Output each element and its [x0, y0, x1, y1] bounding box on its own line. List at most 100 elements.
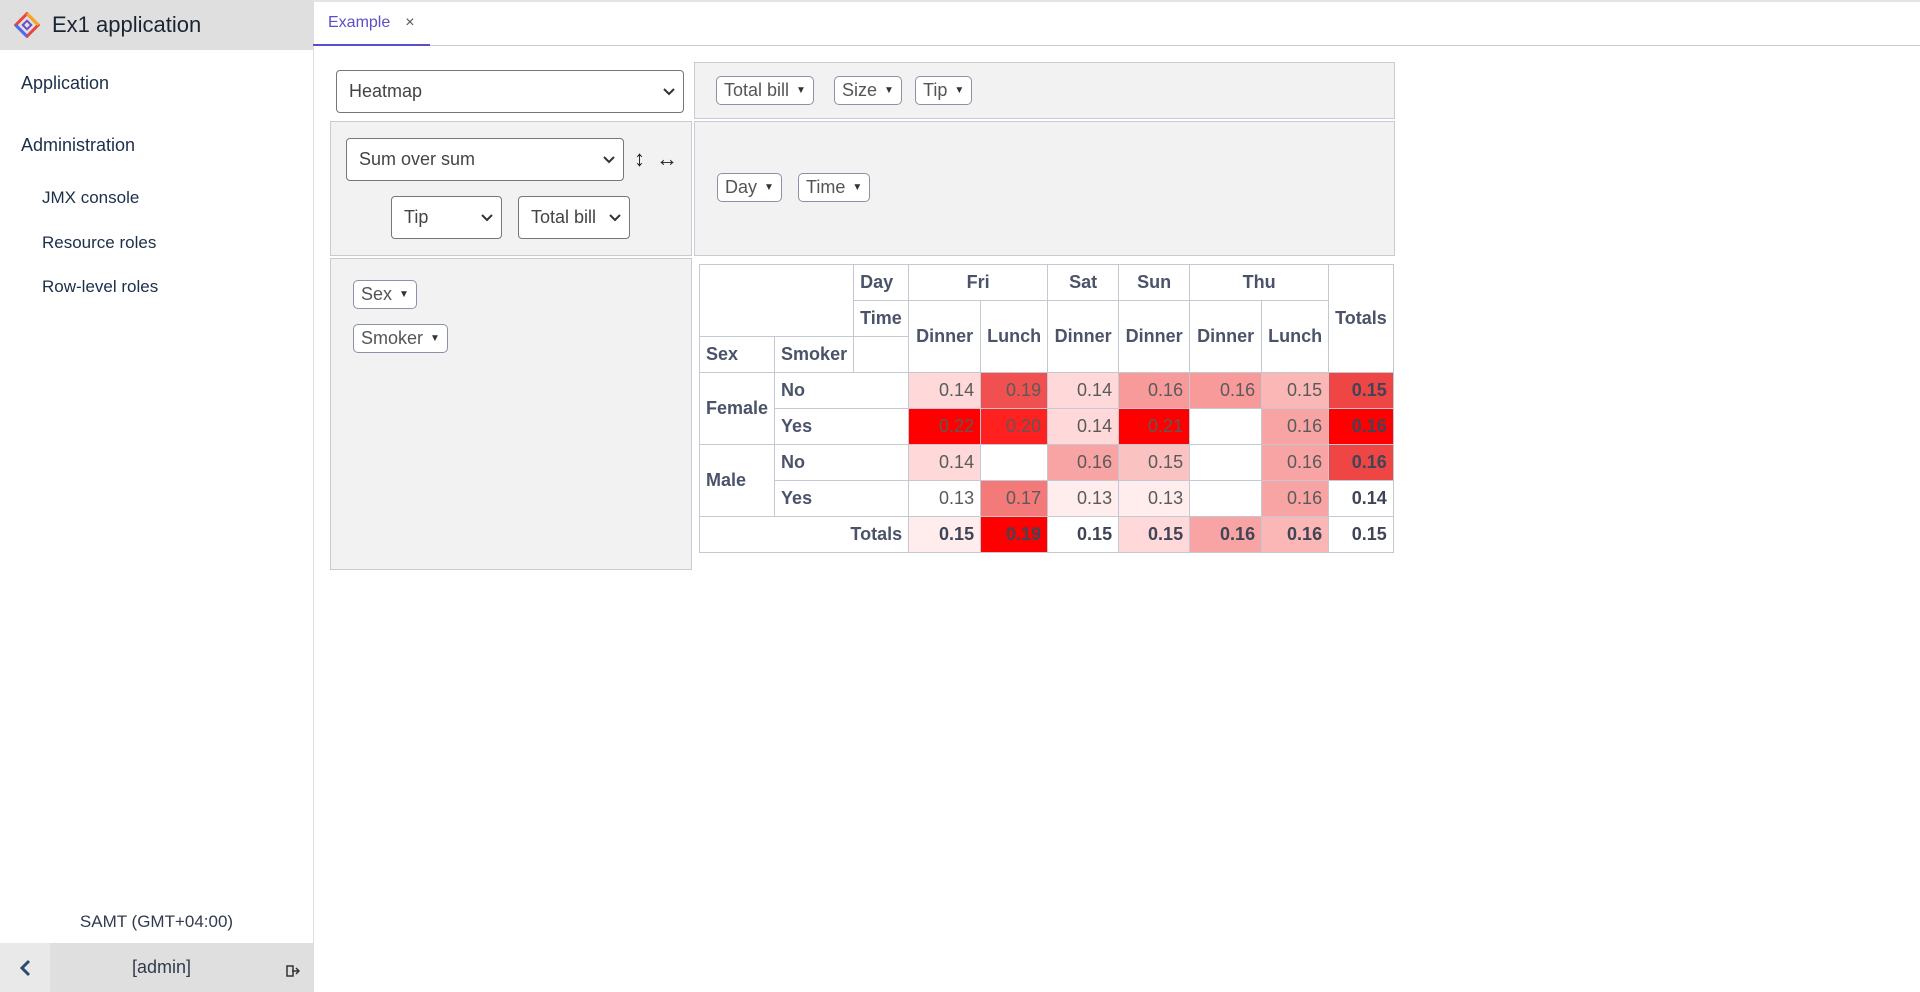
app-title: Ex1 application	[52, 12, 202, 37]
tab-label: Example	[328, 14, 391, 31]
caret-down-icon: ▼	[884, 85, 894, 96]
field-pill-total-bill[interactable]: Total bill ▼	[716, 76, 814, 105]
caret-down-icon: ▼	[852, 182, 863, 193]
table-cell[interactable]: 0.16	[1118, 372, 1191, 409]
table-cell[interactable]: 0.16	[1261, 480, 1330, 517]
col-attr-label: Time	[853, 300, 910, 337]
row-attr-label: Sex	[698, 336, 776, 373]
aggregator-value: Sum over sum	[359, 149, 476, 169]
table-cell[interactable]: 0.16	[1261, 444, 1330, 481]
caret-down-icon: ▼	[954, 85, 965, 96]
col-total-cell[interactable]: 0.15	[908, 516, 982, 553]
chevron-down-icon	[603, 155, 615, 163]
table-cell[interactable]: 0.15	[1261, 372, 1330, 409]
field-pill-size[interactable]: Size ▼	[834, 76, 902, 105]
row-sort-icon[interactable]: ↕	[634, 146, 645, 172]
pill-label: Smoker	[361, 328, 424, 348]
row-total-cell[interactable]: 0.15	[1328, 372, 1394, 409]
row-header-smoker: Yes	[774, 480, 910, 517]
nav-resource-roles[interactable]: Resource roles	[0, 233, 156, 253]
col-total-cell[interactable]: 0.15	[1118, 516, 1191, 553]
renderer-select[interactable]: Heatmap	[336, 70, 684, 113]
col-total-cell[interactable]: 0.19	[980, 516, 1049, 553]
table-cell[interactable]	[980, 444, 1049, 481]
field-pill-time[interactable]: Time ▼	[798, 173, 871, 202]
tab-example[interactable]: Example ×	[313, 2, 430, 46]
table-cell[interactable]: 0.16	[1047, 444, 1120, 481]
table-cell[interactable]: 0.22	[908, 408, 982, 445]
pill-label: Tip	[923, 80, 948, 100]
table-cell[interactable]: 0.21	[1118, 408, 1191, 445]
chevron-down-icon	[609, 213, 621, 221]
table-cell[interactable]	[1189, 480, 1263, 517]
table-cell[interactable]: 0.17	[980, 480, 1049, 517]
col-header-day: Thu	[1189, 264, 1330, 301]
table-cell[interactable]: 0.13	[908, 480, 982, 517]
table-cell[interactable]	[1189, 444, 1263, 481]
aggregator-arg-value: Tip	[404, 207, 429, 227]
col-header-time: Lunch	[980, 300, 1049, 373]
table-cell[interactable]: 0.13	[1047, 480, 1120, 517]
field-pill-tip[interactable]: Tip ▼	[915, 76, 973, 105]
field-pill-sex[interactable]: Sex ▼	[353, 280, 417, 309]
logout-icon[interactable]	[273, 964, 313, 977]
col-header-time: Dinner	[1189, 300, 1263, 373]
table-header-row: Day Fri Sat Sun Thu Totals	[698, 264, 1394, 373]
col-header-time: Dinner	[908, 300, 982, 373]
table-cell[interactable]: 0.14	[908, 444, 982, 481]
table-row: Male No 0.14 0.16 0.15 0.16 0.16	[698, 444, 1394, 517]
totals-row: Totals 0.15 0.19 0.15 0.15 0.16 0.16 0.1…	[698, 516, 1394, 553]
row-header-sex: Male	[698, 444, 776, 517]
table-cell[interactable]: 0.13	[1118, 480, 1191, 517]
col-total-cell[interactable]: 0.15	[1047, 516, 1120, 553]
nav-application[interactable]: Application	[0, 73, 109, 94]
chevron-down-icon	[663, 87, 675, 95]
corner-cell	[698, 264, 855, 337]
chevron-left-icon	[19, 959, 31, 976]
row-header-smoker: Yes	[774, 408, 910, 445]
pill-label: Size	[842, 80, 878, 100]
caret-down-icon: ▼	[796, 85, 806, 96]
caret-down-icon: ▼	[764, 182, 774, 193]
pill-label: Day	[725, 177, 758, 197]
timezone-label: SAMT (GMT+04:00)	[79, 912, 234, 931]
close-icon[interactable]: ×	[405, 14, 414, 32]
field-pill-day[interactable]: Day ▼	[717, 173, 782, 202]
table-cell[interactable]: 0.20	[980, 408, 1049, 445]
user-name[interactable]: [admin]	[50, 957, 273, 978]
chevron-down-icon	[481, 213, 493, 221]
col-header-time: Lunch	[1261, 300, 1330, 373]
aggregator-arg-total-bill-select[interactable]: Total bill	[518, 196, 630, 239]
col-total-cell[interactable]: 0.16	[1189, 516, 1263, 553]
field-pill-smoker[interactable]: Smoker ▼	[353, 324, 448, 353]
nav-row-level-roles[interactable]: Row-level roles	[0, 277, 158, 297]
tab-bar: Example ×	[313, 0, 1920, 46]
aggregator-arg-value: Total bill	[531, 207, 597, 227]
col-sort-icon[interactable]: ↔	[656, 146, 678, 172]
caret-down-icon: ▼	[430, 333, 440, 344]
col-header-day: Sun	[1118, 264, 1191, 301]
totals-row-label: Totals	[698, 516, 910, 553]
nav-administration[interactable]: Administration	[0, 135, 135, 156]
row-total-cell[interactable]: 0.16	[1328, 408, 1394, 445]
table-cell[interactable]: 0.19	[980, 372, 1049, 409]
user-bar: [admin]	[0, 943, 313, 992]
table-cell[interactable]: 0.15	[1118, 444, 1191, 481]
collapse-sidebar-button[interactable]	[0, 943, 50, 992]
aggregator-select[interactable]: Sum over sum	[346, 138, 624, 181]
table-cell[interactable]: 0.16	[1189, 372, 1263, 409]
row-total-cell[interactable]: 0.14	[1328, 480, 1394, 517]
app-logo-icon	[14, 12, 40, 38]
table-cell[interactable]: 0.14	[1047, 372, 1120, 409]
col-total-cell[interactable]: 0.16	[1261, 516, 1330, 553]
table-cell[interactable]: 0.16	[1261, 408, 1330, 445]
col-attr-label: Day	[853, 264, 910, 301]
aggregator-arg-tip-select[interactable]: Tip	[391, 196, 502, 239]
nav-jmx-console[interactable]: JMX console	[0, 188, 139, 208]
table-cell[interactable]	[1189, 408, 1263, 445]
table-cell[interactable]: 0.14	[908, 372, 982, 409]
table-cell[interactable]: 0.14	[1047, 408, 1120, 445]
app-header: Ex1 application	[0, 0, 313, 50]
grand-total-cell[interactable]: 0.15	[1328, 516, 1394, 553]
row-total-cell[interactable]: 0.16	[1328, 444, 1394, 481]
